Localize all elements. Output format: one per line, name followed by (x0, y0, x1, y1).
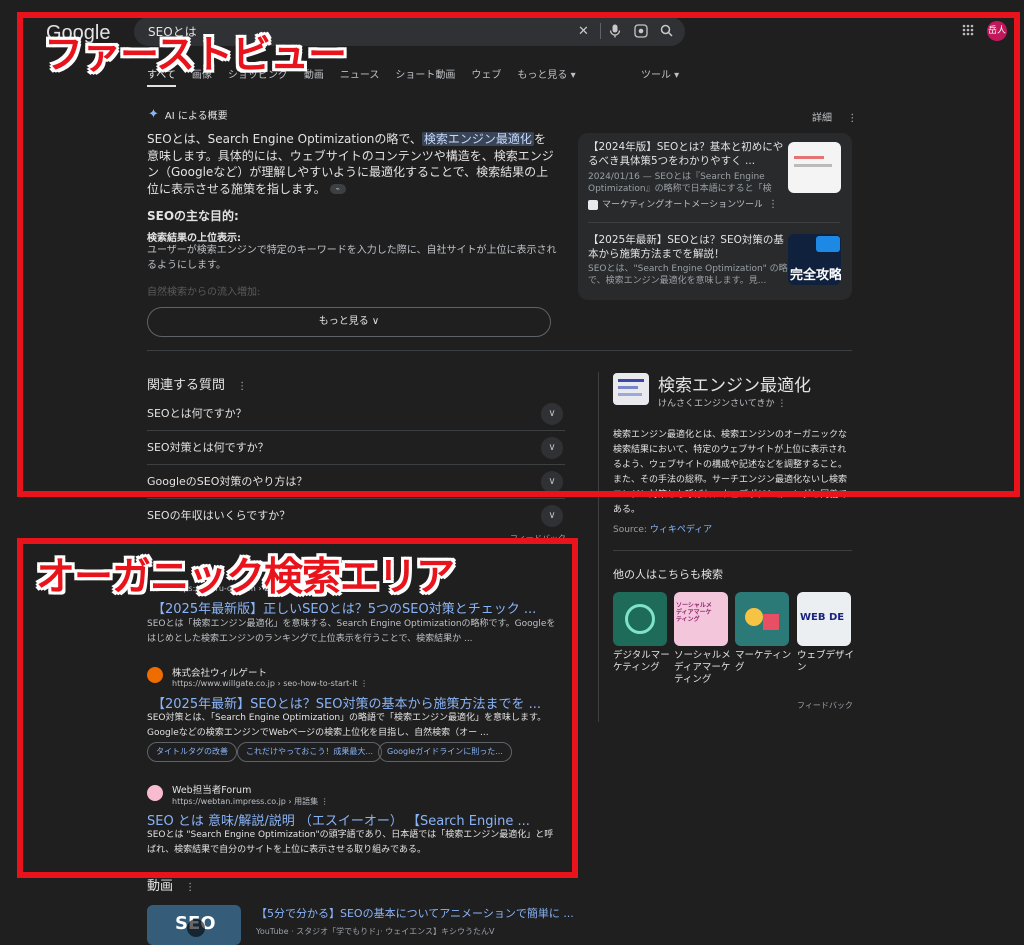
source-label: Source: (613, 525, 650, 535)
wikipedia-link[interactable]: ウィキペディア (650, 525, 712, 535)
organic-area-label: オーガニック検索エリア (36, 555, 455, 600)
video-title[interactable]: 【5分で分かる】SEOの基本についてアニメーションで簡単に ... (256, 905, 574, 921)
panel-feedback-link[interactable]: フィードバック (797, 700, 853, 711)
chevron-down-icon[interactable]: ∨ (541, 505, 563, 527)
also-search-thumbnail[interactable]: WEB DE (797, 592, 851, 646)
first-view-highlight-box (17, 12, 1020, 497)
videos-heading-text: 動画 (147, 879, 174, 894)
question-text[interactable]: SEOの年収はいくらですか？ (147, 509, 290, 522)
also-search-thumbnail[interactable]: ソーシャルメディアマーケティング (674, 592, 728, 646)
thumb-text: WEB DE (800, 612, 845, 623)
panel-section-divider (613, 550, 852, 551)
also-search-label[interactable]: ソーシャルメディアマーケティング (674, 650, 732, 686)
knowledge-panel-source: Source: ウィキペディア (613, 522, 712, 535)
more-vert-icon[interactable]: ⋮ (185, 882, 195, 893)
also-search-thumbnail[interactable] (735, 592, 789, 646)
related-question[interactable]: SEOの年収はいくらですか？ ∨ (147, 499, 565, 533)
also-search-label[interactable]: デジタルマーケティング (613, 650, 671, 674)
also-search-label[interactable]: マーケティング (735, 650, 793, 674)
video-thumbnail[interactable]: SEO (147, 905, 241, 945)
first-view-label: ファーストビュー (44, 33, 347, 78)
people-also-search-title: 他の人はこちらも検索 (613, 568, 723, 581)
video-meta: YouTube · スタジオ「学でもりド」· ウェイエンス】キシウうたんV (256, 927, 495, 936)
thumb-text: ソーシャルメディアマーケティング (676, 602, 712, 623)
also-search-thumbnail[interactable] (613, 592, 667, 646)
also-search-label[interactable]: ウェブデザイン (797, 650, 855, 674)
